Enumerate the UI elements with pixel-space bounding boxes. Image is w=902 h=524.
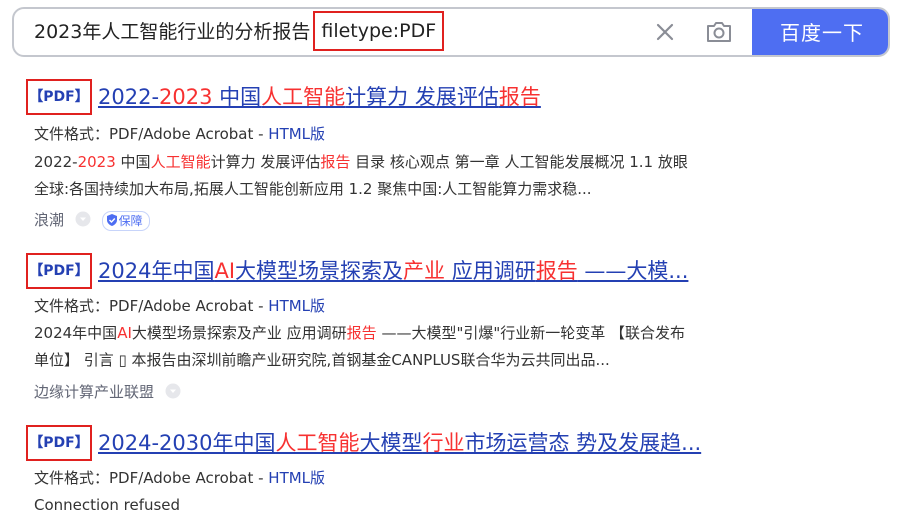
shield-check-icon — [106, 214, 117, 226]
guarantee-badge[interactable]: 保障 — [101, 210, 150, 231]
pdf-tag: 【PDF】 — [26, 79, 92, 115]
result-meta: 文件格式：PDF/Adobe Acrobat - HTML版 — [34, 469, 326, 487]
source-name[interactable]: 边缘计算产业联盟 — [34, 383, 154, 401]
status-text: Connection refused — [34, 496, 181, 514]
result-meta: 文件格式：PDF/Adobe Acrobat - HTML版 — [34, 297, 326, 315]
result-source: 浪潮 保障 — [34, 209, 150, 231]
search-result-1: 【PDF】 2022-2023 中国人工智能计算力 发展评估报告 文件格式：PD… — [26, 78, 746, 231]
camera-icon[interactable] — [704, 18, 734, 46]
clear-icon[interactable] — [652, 19, 678, 45]
search-result-2: 【PDF】 2024年中国AI大模型场景探索及产业 应用调研报告 ——大模...… — [26, 252, 746, 401]
pdf-tag: 【PDF】 — [26, 253, 92, 289]
html-version-link[interactable]: HTML版 — [268, 297, 325, 315]
source-name[interactable]: 浪潮 — [34, 211, 64, 229]
result-title-link[interactable]: 2024-2030年中国人工智能大模型行业市场运营态 势及发展趋... — [98, 426, 701, 460]
filetype-query-highlight: filetype:PDF — [313, 11, 445, 51]
search-result-3: 【PDF】 2024-2030年中国人工智能大模型行业市场运营态 势及发展趋..… — [26, 424, 746, 514]
result-source: 边缘计算产业联盟 — [34, 381, 181, 403]
html-version-link[interactable]: HTML版 — [268, 469, 325, 487]
pdf-tag: 【PDF】 — [26, 425, 92, 461]
result-title-link[interactable]: 2022-2023 中国人工智能计算力 发展评估报告 — [98, 80, 541, 114]
search-button[interactable]: 百度一下 — [752, 9, 888, 55]
dropdown-circle-icon[interactable] — [165, 383, 181, 403]
dropdown-circle-icon[interactable] — [75, 211, 91, 231]
search-input[interactable]: 2023年人工智能行业的分析报告 filetype:PDF — [34, 9, 445, 55]
html-version-link[interactable]: HTML版 — [268, 125, 325, 143]
query-text: 2023年人工智能行业的分析报告 — [34, 21, 311, 43]
result-meta: 文件格式：PDF/Adobe Acrobat - HTML版 — [34, 125, 326, 143]
result-snippet: 2024年中国AI大模型场景探索及产业 应用调研报告 ——大模型"引爆"行业新一… — [34, 324, 686, 369]
result-title-link[interactable]: 2024年中国AI大模型场景探索及产业 应用调研报告 ——大模... — [98, 254, 688, 288]
search-bar: 2023年人工智能行业的分析报告 filetype:PDF 百度一下 — [12, 7, 890, 57]
result-snippet: 2022-2023 中国人工智能计算力 发展评估报告 目录 核心观点 第一章 人… — [34, 153, 688, 198]
